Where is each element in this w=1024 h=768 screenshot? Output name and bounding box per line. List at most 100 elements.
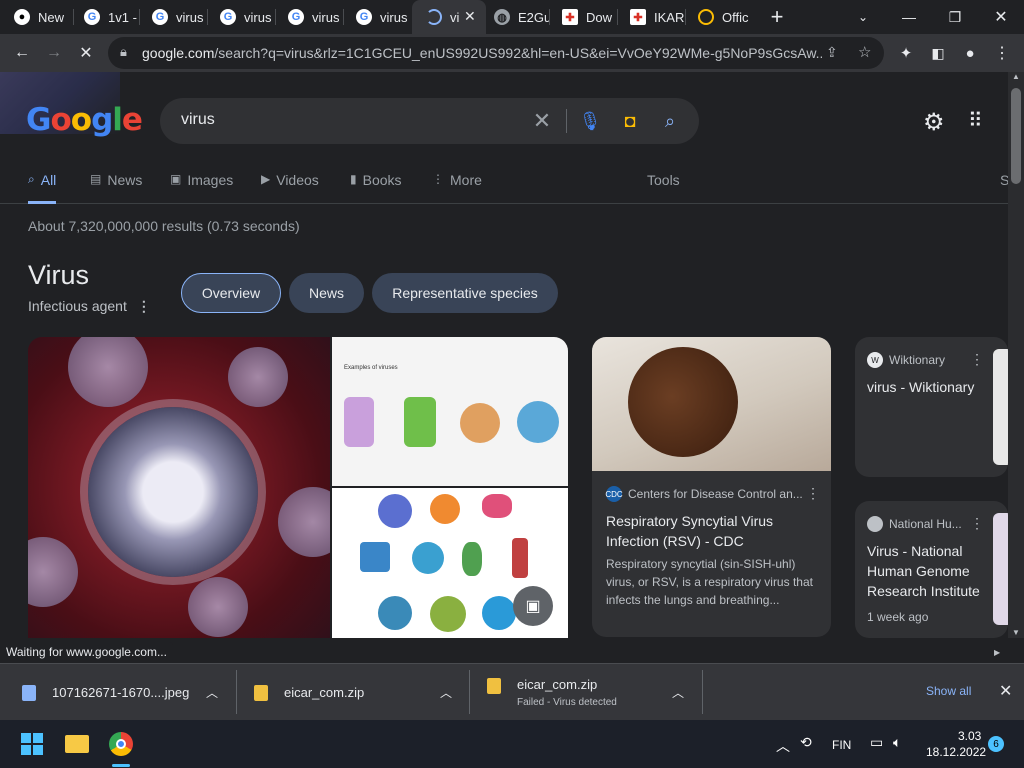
vertical-scrollbar[interactable]: ▲ ▼ (1008, 72, 1024, 638)
tab-label: vi (450, 9, 460, 25)
extensions-icon[interactable]: ✦ (892, 39, 920, 67)
tools-button[interactable]: Tools (647, 172, 680, 204)
language-indicator[interactable]: FIN (832, 738, 851, 752)
lens-icon[interactable]: ◘ (618, 109, 642, 133)
result-card-genome-institute[interactable]: National Hu... ⋮ Virus - National Human … (855, 501, 1008, 638)
virus-examples-diagram-image[interactable]: Examples of viruses (332, 337, 568, 486)
card-title[interactable]: Virus - National Human Genome Research I… (867, 541, 992, 601)
search-input[interactable]: virus (181, 111, 215, 129)
more-options-icon[interactable]: ⋮ (806, 485, 820, 502)
url-text[interactable]: google.com/search?q=virus&rlz=1C1GCEU_en… (142, 45, 822, 61)
show-hidden-icons-icon[interactable]: ︿ (776, 736, 790, 756)
side-panel-icon[interactable]: ◧ (924, 39, 952, 67)
address-bar[interactable]: 🔒︎ google.com/search?q=virus&rlz=1C1GCEU… (108, 37, 884, 69)
result-card-wiktionary[interactable]: W Wiktionary ⋮ virus - Wiktionary (855, 337, 1008, 477)
share-icon[interactable]: ⇪ (826, 44, 838, 61)
result-stats: About 7,320,000,000 results (0.73 second… (28, 218, 300, 234)
minimize-icon[interactable]: — (886, 0, 932, 34)
browser-tab[interactable]: G virus (342, 0, 412, 34)
download-item-failed[interactable]: eicar_com.zip Failed - Virus detected (487, 664, 617, 721)
browser-tab[interactable]: G virus (274, 0, 344, 34)
download-item[interactable]: eicar_com.zip (254, 664, 364, 721)
scroll-up-icon[interactable]: ▲ (1012, 72, 1020, 81)
search-icon[interactable]: ⌕ (658, 109, 682, 133)
show-all-link[interactable]: Show all (926, 684, 971, 698)
card-source: W Wiktionary (867, 352, 945, 368)
scroll-right-icon[interactable]: ▶ (994, 648, 1000, 657)
browser-tab[interactable]: ✚ Dow (548, 0, 618, 34)
chip-representative-species[interactable]: Representative species (372, 273, 558, 313)
network-icon[interactable]: ▭ (870, 734, 883, 751)
volume-icon[interactable]: 🔈︎ (893, 734, 901, 751)
more-options-icon[interactable]: ⋮ (970, 515, 984, 532)
download-item[interactable]: 107162671-1670....jpeg (22, 664, 189, 721)
browser-tab[interactable]: G virus (138, 0, 208, 34)
chevron-up-icon[interactable]: ︿ (206, 684, 218, 701)
bookmark-star-icon[interactable]: ☆ (858, 43, 871, 61)
new-tab-icon[interactable]: + (754, 0, 800, 34)
github-icon: ● (14, 9, 30, 25)
result-card-cdc[interactable]: CDC Centers for Disease Control an... ⋮ R… (592, 337, 831, 637)
google-logo[interactable]: Google (26, 102, 143, 138)
file-explorer-icon[interactable] (61, 728, 93, 760)
chip-overview[interactable]: Overview (181, 273, 281, 313)
onedrive-icon[interactable]: ⟲ (800, 734, 812, 751)
close-shelf-icon[interactable]: ✕ (999, 681, 1012, 701)
card-thumbnail (993, 349, 1008, 465)
browser-tab[interactable]: ● New (0, 0, 74, 34)
clear-icon[interactable]: ✕ (530, 108, 554, 133)
tab-search-icon[interactable]: ⌄ (840, 0, 886, 34)
ikarus-icon: ✚ (562, 9, 578, 25)
scroll-down-icon[interactable]: ▼ (1012, 628, 1020, 637)
close-window-icon[interactable]: ✕ (978, 0, 1024, 34)
clock-time[interactable]: 3.03 (958, 729, 981, 743)
voice-search-icon[interactable]: 🎙︎ (578, 109, 602, 133)
browser-tab[interactable]: ✚ IKAR (616, 0, 686, 34)
scrollbar-thumb[interactable] (1011, 88, 1021, 184)
chip-news[interactable]: News (289, 273, 364, 313)
browser-tab-active[interactable]: vi ✕ (412, 0, 486, 34)
menu-icon[interactable]: ⋮ (988, 39, 1016, 67)
windows-start-icon[interactable] (16, 728, 48, 760)
chrome-icon[interactable] (105, 728, 137, 760)
tab-label: 1v1 - (108, 9, 137, 25)
google-icon: G (84, 9, 100, 25)
safesearch-button[interactable]: S (1000, 172, 1008, 204)
clock-date[interactable]: 18.12.2022 (926, 745, 986, 759)
profile-icon[interactable]: ● (956, 39, 984, 67)
tab-label: New (38, 9, 65, 25)
stop-loading-icon[interactable]: ✕ (72, 39, 100, 67)
tab-videos[interactable]: ▶ Videos (261, 172, 319, 204)
knowledge-panel-title: Virus (28, 260, 90, 290)
google-icon: G (288, 9, 304, 25)
view-images-icon[interactable]: ▣ (513, 586, 553, 626)
browser-tab[interactable]: ◍ E2Gu (480, 0, 550, 34)
chevron-up-icon[interactable]: ︿ (672, 684, 684, 701)
settings-gear-icon[interactable]: ⚙ (923, 108, 945, 137)
restore-icon[interactable]: ❐ (932, 0, 978, 34)
tab-all[interactable]: ⌕ All (28, 172, 57, 204)
browser-tab[interactable]: G virus (206, 0, 276, 34)
virus-render-image[interactable] (28, 337, 330, 638)
more-options-icon[interactable]: ⋮ (137, 298, 151, 314)
zip-file-icon (487, 677, 501, 694)
browser-tab[interactable]: Offic (684, 0, 754, 34)
card-title[interactable]: Respiratory Syncytial Virus Infection (R… (606, 511, 816, 551)
wiktionary-icon: W (867, 352, 883, 368)
browser-tab[interactable]: G 1v1 - (70, 0, 140, 34)
apps-grid-icon[interactable]: ⠿ (968, 108, 983, 133)
lock-icon: 🔒︎ (120, 44, 127, 59)
tab-images[interactable]: ▣ Images (170, 172, 233, 204)
back-icon[interactable]: ← (8, 39, 36, 67)
search-box[interactable]: virus ✕ 🎙︎ ◘ ⌕ (160, 98, 699, 144)
forward-icon[interactable]: → (40, 39, 68, 67)
tab-more[interactable]: ⋮ More (432, 172, 482, 204)
image-caption: Examples of viruses (344, 365, 398, 371)
tab-news[interactable]: ▤ News (90, 172, 142, 204)
close-tab-icon[interactable]: ✕ (464, 8, 476, 25)
tab-books[interactable]: ▮ Books (350, 172, 402, 204)
card-title[interactable]: virus - Wiktionary (867, 377, 987, 397)
notification-badge[interactable]: 6 (988, 736, 1004, 752)
more-options-icon[interactable]: ⋮ (970, 351, 984, 368)
chevron-up-icon[interactable]: ︿ (440, 684, 452, 701)
